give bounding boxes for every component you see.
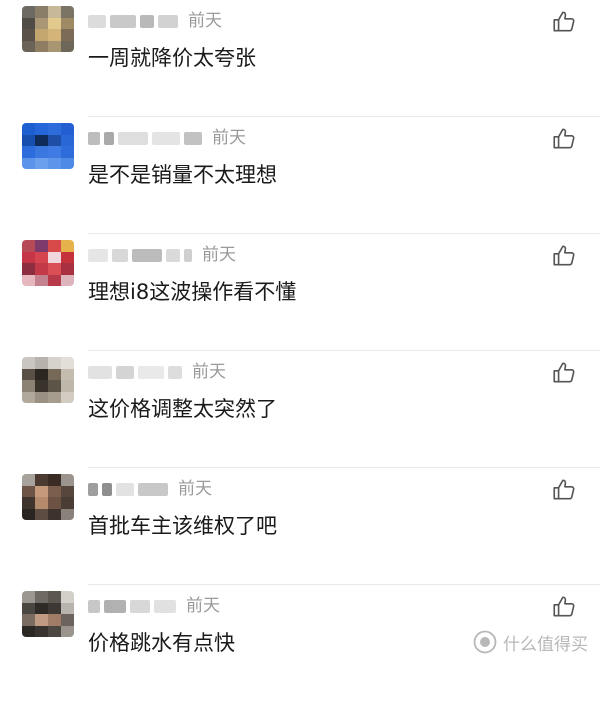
masked-username — [138, 365, 164, 379]
masked-username — [184, 131, 202, 145]
comment-meta: 前天 — [88, 595, 220, 617]
masked-username — [158, 14, 178, 28]
comment-time: 前天 — [202, 245, 236, 265]
comment-time: 前天 — [192, 362, 226, 382]
masked-username — [118, 131, 148, 145]
masked-username — [88, 14, 106, 28]
masked-username — [104, 599, 126, 613]
comment-time: 前天 — [212, 128, 246, 148]
thumbs-up-icon[interactable] — [551, 360, 577, 386]
comment-text: 一周就降价太夸张 — [88, 46, 256, 70]
masked-username — [132, 248, 162, 262]
avatar[interactable] — [22, 123, 74, 169]
comment-text: 是不是销量不太理想 — [88, 163, 277, 187]
avatar[interactable] — [22, 240, 74, 286]
comment-meta: 前天 — [88, 10, 222, 32]
comment-item: 前天 首批车主该维权了吧 — [0, 468, 600, 585]
masked-username — [152, 131, 180, 145]
comment-text: 理想i8这波操作看不懂 — [88, 280, 297, 304]
masked-username — [88, 248, 108, 262]
comment-text: 首批车主该维权了吧 — [88, 514, 277, 538]
watermark: 什么值得买 — [473, 628, 588, 656]
masked-username — [116, 365, 134, 379]
masked-username — [140, 14, 154, 28]
masked-username — [138, 482, 168, 496]
masked-username — [102, 482, 112, 496]
thumbs-up-icon[interactable] — [551, 9, 577, 35]
comment-meta: 前天 — [88, 127, 246, 149]
comment-meta: 前天 — [88, 244, 236, 266]
thumbs-up-icon[interactable] — [551, 126, 577, 152]
masked-username — [88, 482, 98, 496]
watermark-text: 什么值得买 — [503, 634, 588, 655]
masked-username — [166, 248, 180, 262]
masked-username — [168, 365, 182, 379]
avatar[interactable] — [22, 357, 74, 403]
avatar[interactable] — [22, 591, 74, 637]
thumbs-up-icon[interactable] — [551, 477, 577, 503]
masked-username — [130, 599, 150, 613]
smzdm-logo-icon — [473, 630, 497, 654]
comment-item: 前天 一周就降价太夸张 — [0, 0, 600, 117]
comment-text: 这价格调整太突然了 — [88, 397, 277, 421]
masked-username — [88, 131, 100, 145]
masked-username — [88, 365, 112, 379]
masked-username — [110, 14, 136, 28]
comment-meta: 前天 — [88, 478, 212, 500]
comment-item: 前天 理想i8这波操作看不懂 — [0, 234, 600, 351]
comment-time: 前天 — [186, 596, 220, 616]
comment-meta: 前天 — [88, 361, 226, 383]
comment-time: 前天 — [188, 11, 222, 31]
comment-item: 前天 这价格调整太突然了 — [0, 351, 600, 468]
comment-text: 价格跳水有点快 — [88, 631, 235, 655]
thumbs-up-icon[interactable] — [551, 594, 577, 620]
masked-username — [116, 482, 134, 496]
masked-username — [184, 248, 192, 262]
masked-username — [104, 131, 114, 145]
avatar[interactable] — [22, 474, 74, 520]
masked-username — [112, 248, 128, 262]
comment-item: 前天 是不是销量不太理想 — [0, 117, 600, 234]
thumbs-up-icon[interactable] — [551, 243, 577, 269]
masked-username — [154, 599, 176, 613]
masked-username — [88, 599, 100, 613]
comment-time: 前天 — [178, 479, 212, 499]
avatar[interactable] — [22, 6, 74, 52]
